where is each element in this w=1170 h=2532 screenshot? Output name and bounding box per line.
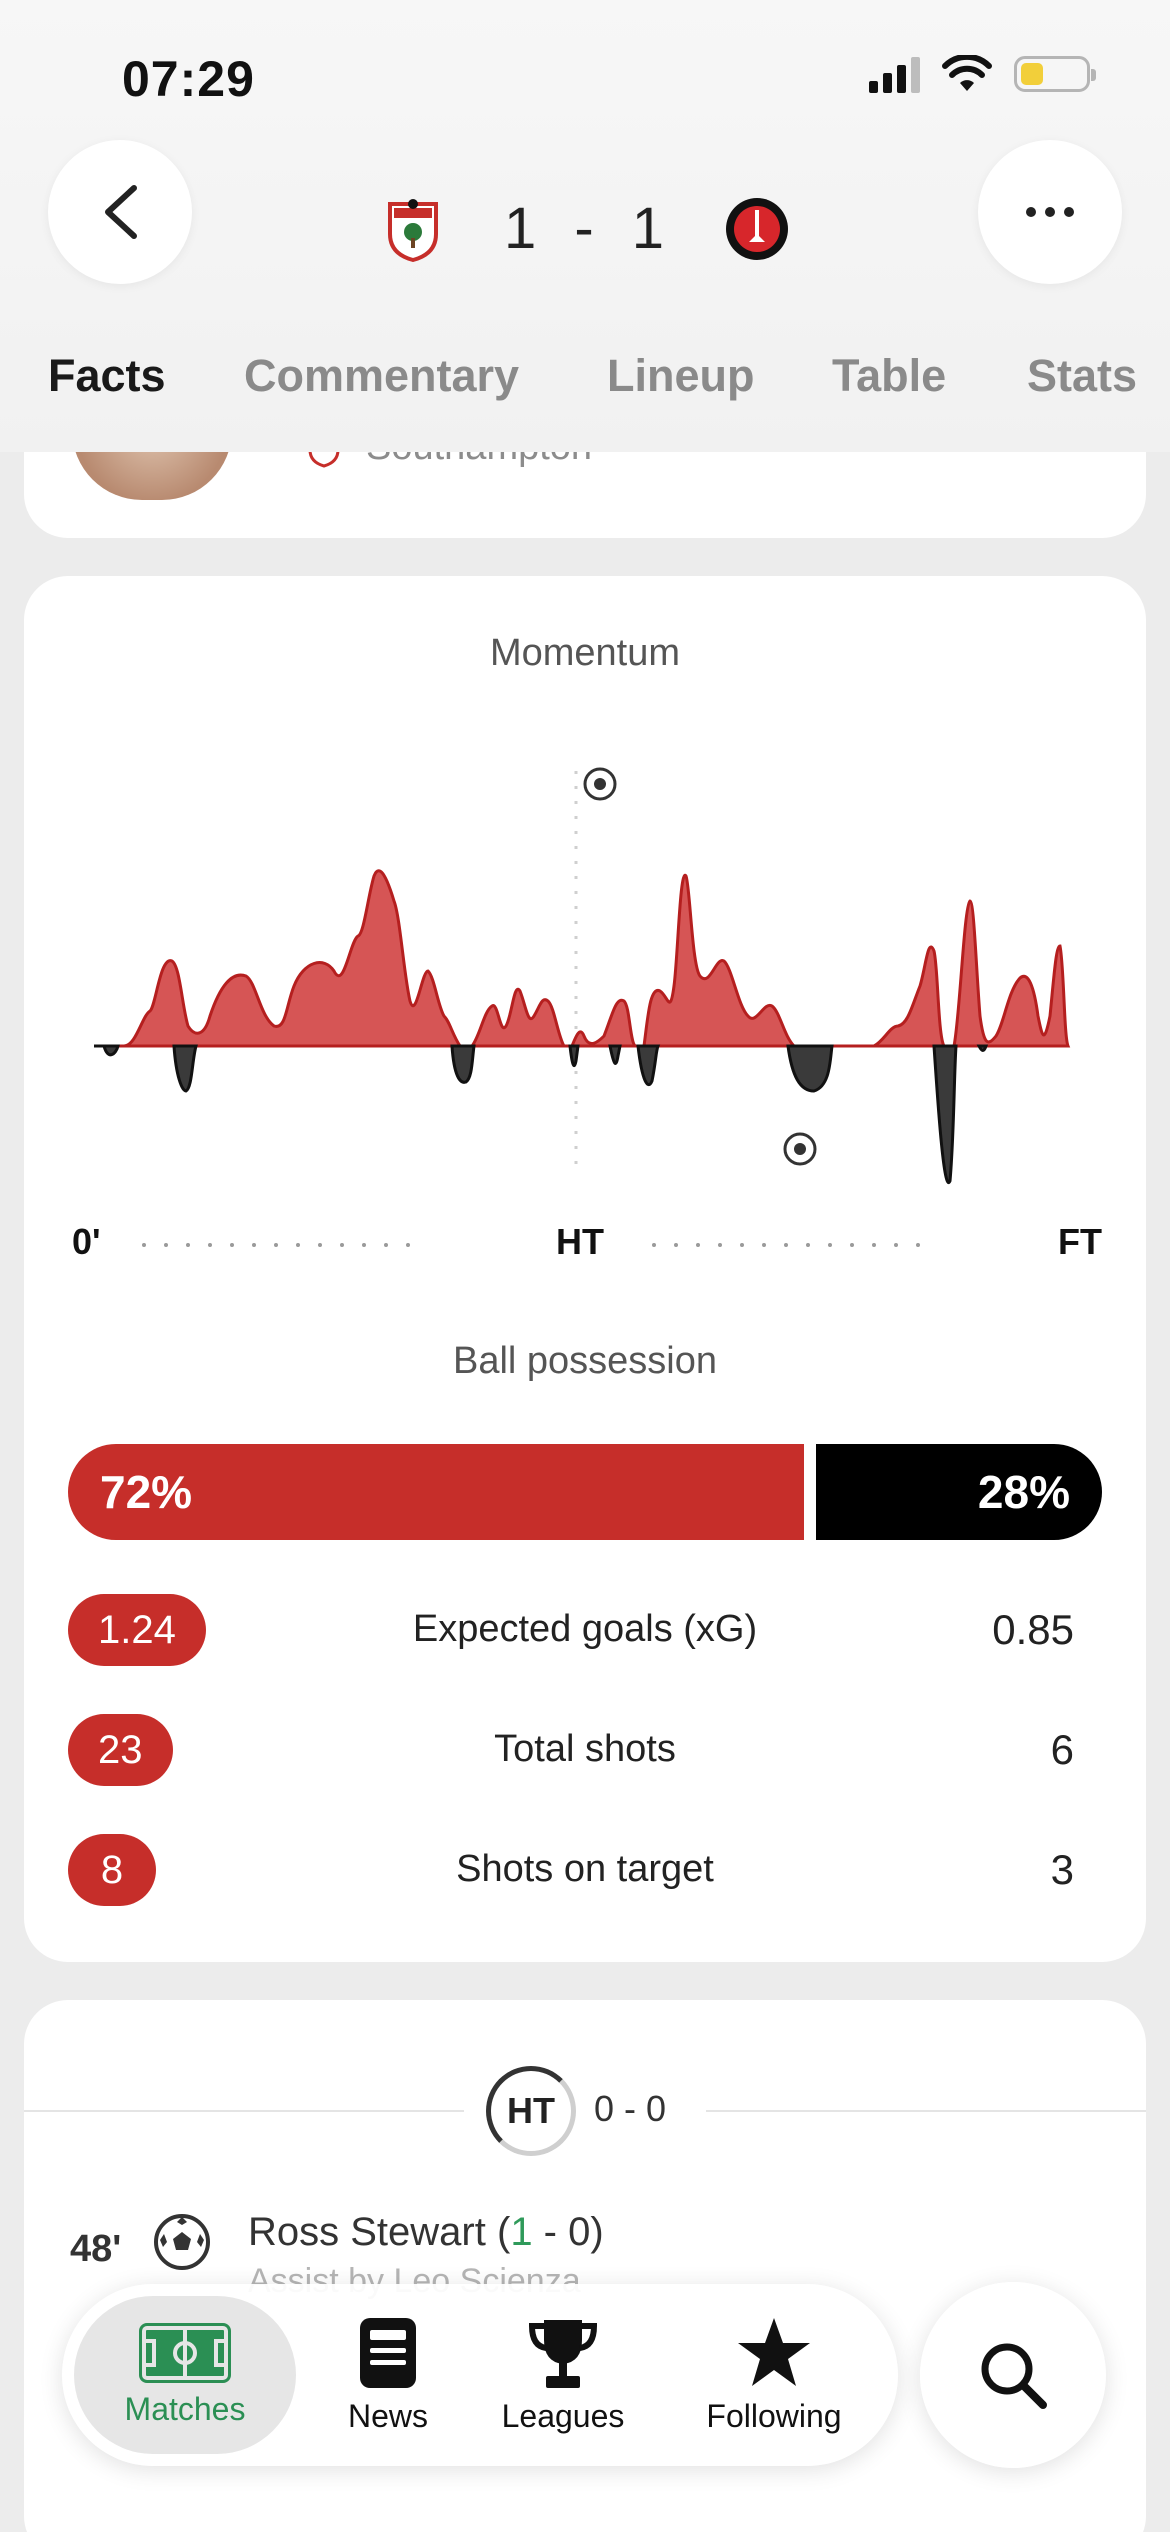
status-icons <box>869 55 1096 93</box>
star-icon <box>738 2317 810 2386</box>
tab-facts[interactable]: Facts <box>48 350 166 402</box>
battery-icon <box>1014 56 1096 92</box>
wifi-icon <box>942 55 992 91</box>
charlton-crest-icon[interactable] <box>724 196 790 262</box>
status-time: 07:29 <box>122 51 255 107</box>
more-dots-icon <box>1026 207 1074 217</box>
more-options-button[interactable] <box>978 140 1122 284</box>
timeline-dots-second-half <box>652 1243 920 1247</box>
momentum-chart <box>94 767 1071 1185</box>
stat-away-value: 3 <box>1050 1846 1074 1893</box>
possession-home: 72% <box>68 1444 804 1540</box>
timeline-ft-label: FT <box>1058 1221 1102 1262</box>
nav-label: News <box>347 2397 428 2434</box>
momentum-title: Momentum <box>489 632 681 674</box>
divider <box>706 2110 1146 2112</box>
ht-badge: HT <box>486 2066 576 2156</box>
tab-lineup[interactable]: Lineup <box>607 350 754 402</box>
momentum-timeline: 0' HT FT <box>72 1221 1102 1281</box>
bottom-nav: Matches News Leagues Following <box>62 2284 898 2466</box>
tab-table[interactable]: Table <box>832 350 946 402</box>
timeline-ht-label: HT <box>556 1221 604 1262</box>
momentum-away-area <box>94 1044 989 1185</box>
southampton-crest-icon[interactable] <box>380 196 446 262</box>
tab-commentary[interactable]: Commentary <box>244 350 519 402</box>
event-player[interactable]: Ross Stewart (1 - 0) <box>248 2210 604 2255</box>
stat-label: Shots on target <box>456 1848 714 1890</box>
match-tabs: Facts Commentary Lineup Table Stats <box>0 350 1170 410</box>
cellular-signal-icon <box>869 55 920 93</box>
stat-row-shots-on-target: 8 Shots on target 3 <box>68 1834 1102 1906</box>
stat-row-xg: 1.24 Expected goals (xG) 0.85 <box>68 1594 1102 1666</box>
stat-row-total-shots: 23 Total shots 6 <box>68 1714 1102 1786</box>
stat-away-value: 0.85 <box>992 1606 1074 1653</box>
match-stats-card: Momentum 0' HT FT Ball possession 72% 28… <box>24 576 1146 1962</box>
news-icon <box>360 2317 416 2388</box>
top-bar: 07:29 1 - 1 Facts Commentary Lineup Tabl… <box>0 0 1170 452</box>
nav-news[interactable]: News <box>322 2284 454 2466</box>
score-text: 1 - 1 <box>503 196 667 261</box>
away-goal-marker-icon <box>783 1132 817 1166</box>
football-icon <box>154 2214 210 2270</box>
event-minute: 48' <box>70 2228 122 2270</box>
nav-label: Leagues <box>501 2397 625 2434</box>
ht-score: 0 - 0 <box>594 2088 667 2129</box>
possession-title: Ball possession <box>452 1340 718 1382</box>
nav-label: Following <box>706 2397 842 2434</box>
search-icon <box>981 2343 1047 2409</box>
stat-label: Expected goals (xG) <box>412 1608 758 1650</box>
possession-away: 28% <box>816 1444 1102 1540</box>
tab-stats[interactable]: Stats <box>1027 350 1137 402</box>
pitch-icon <box>139 2322 231 2383</box>
nav-label: Matches <box>124 2390 246 2427</box>
nav-matches[interactable]: Matches <box>74 2296 296 2454</box>
momentum-home-area <box>94 869 1071 1048</box>
trophy-icon <box>528 2319 598 2388</box>
stat-away-value: 6 <box>1050 1726 1074 1773</box>
search-button[interactable] <box>920 2282 1106 2468</box>
timeline-start-label: 0' <box>72 1221 101 1262</box>
nav-leagues[interactable]: Leagues <box>490 2284 636 2466</box>
nav-following[interactable]: Following <box>684 2284 864 2466</box>
timeline-dots-first-half <box>142 1243 410 1247</box>
stat-label: Total shots <box>494 1728 676 1770</box>
divider <box>24 2110 464 2112</box>
possession-bar: 72% 28% <box>68 1444 1102 1540</box>
home-goal-marker-icon <box>583 767 617 801</box>
